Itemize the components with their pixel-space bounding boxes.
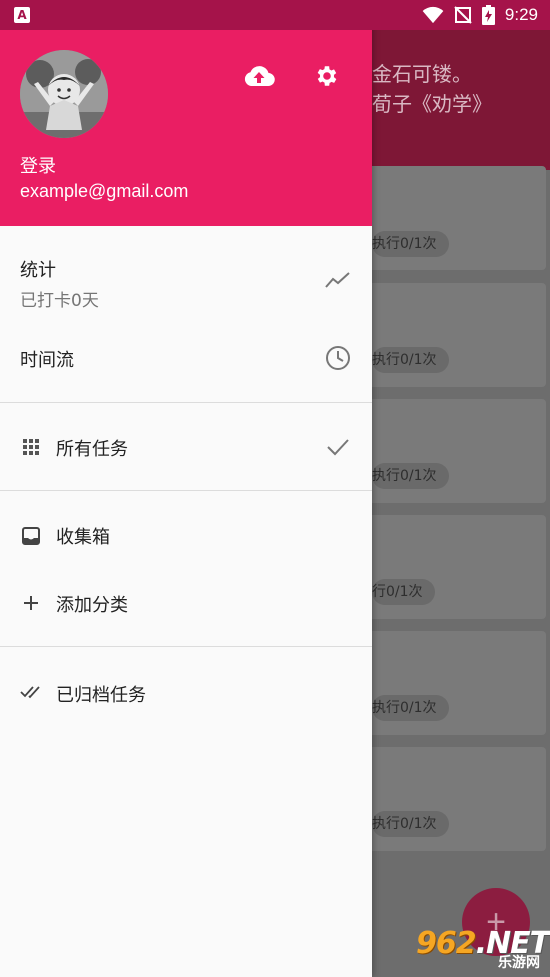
menu-item-label: 已归档任务 (56, 685, 146, 706)
check-icon (324, 433, 352, 461)
menu-item-all-tasks[interactable]: 所有任务 (0, 403, 372, 490)
double-check-icon (20, 681, 42, 703)
no-notification-icon (454, 6, 472, 24)
wifi-icon (422, 6, 444, 24)
menu-item-label: 统计 (20, 260, 56, 281)
menu-item-label: 收集箱 (56, 527, 110, 548)
clock-icon (324, 344, 352, 372)
task-chip: 执行0/1次 (372, 347, 449, 373)
gear-icon (317, 66, 337, 86)
clock-time: 9:29 (504, 5, 538, 24)
task-chip: 行0/1次 (372, 579, 435, 605)
watermark-logo: 962.NET 乐游网 (416, 926, 550, 971)
avatar-image (20, 50, 108, 138)
menu-item-label: 所有任务 (56, 439, 128, 460)
settings-button[interactable] (311, 60, 343, 92)
menu-item-inbox[interactable]: 收集箱 (0, 491, 372, 579)
menu-item-label: 添加分类 (56, 595, 128, 616)
task-chip: 执行0/1次 (372, 231, 449, 257)
battery-charging-icon (481, 5, 495, 25)
task-chip: 执行0/1次 (372, 811, 449, 837)
menu-item-label: 时间流 (20, 350, 74, 371)
menu-item-statistics[interactable]: 统计 已打卡0天 (0, 226, 372, 334)
status-bar: A 9:29 (0, 0, 550, 30)
task-chip: 执行0/1次 (372, 463, 449, 489)
plus-icon (20, 592, 42, 614)
cloud-upload-button[interactable] (243, 60, 275, 92)
menu-item-archived-tasks[interactable]: 已归档任务 (0, 647, 372, 737)
task-chip: 执行0/1次 (372, 695, 449, 721)
drawer-menu: 统计 已打卡0天 时间流 所有任务 收集箱 添加分类 已归档任务 (0, 226, 372, 737)
login-link[interactable]: 登录 (20, 152, 56, 178)
account-email: example@gmail.com (20, 181, 189, 201)
menu-item-add-category[interactable]: 添加分类 (0, 579, 372, 646)
menu-item-timeline[interactable]: 时间流 (0, 334, 372, 402)
cloud-upload-icon (244, 66, 275, 87)
grid-icon (20, 436, 42, 458)
avatar[interactable] (20, 50, 108, 138)
quote-line-1: 金石可镂。 (372, 62, 472, 86)
app-notification-icon: A (14, 7, 30, 23)
inbox-icon (20, 525, 42, 547)
navigation-drawer: 登录 example@gmail.com 统计 已打卡0天 时间流 所有任务 收… (0, 0, 372, 977)
quote-line-2: 荀子《劝学》 (372, 92, 492, 116)
trending-icon (324, 266, 352, 294)
checkin-days: 已打卡0天 (20, 291, 99, 311)
drawer-header: 登录 example@gmail.com (0, 30, 372, 226)
